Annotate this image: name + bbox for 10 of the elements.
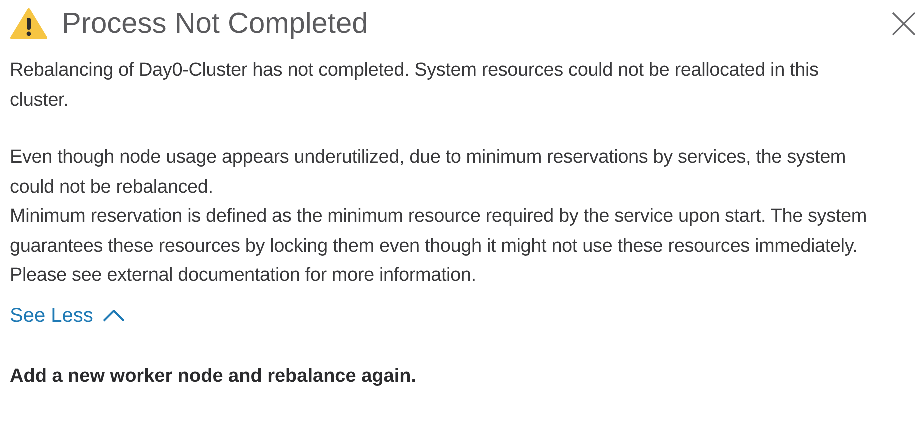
warning-icon (10, 8, 48, 40)
summary-text: Rebalancing of Day0-Cluster has not completed. System resources could not be reallocated in this cluster. (10, 59, 820, 112)
action-text: Add a new worker node and rebalance again. (10, 366, 418, 388)
detail-text: Please see external documentation for more information. (10, 264, 478, 288)
detail-text: Minimum reservation is defined as the minimum resource required by the service upon start. The system guarantees these resources by locking them even though it might not use these resources immediately. (10, 205, 868, 258)
chevron-icon (103, 310, 126, 322)
close-button[interactable] (891, 11, 917, 37)
dialog-title: Process Not Completed (62, 8, 370, 40)
see-less-link[interactable]: See Less (10, 304, 126, 328)
detail-text: Even though node usage appears underutilized, due to minimum reservations by services, the system could not be rebalanced. (10, 146, 848, 200)
